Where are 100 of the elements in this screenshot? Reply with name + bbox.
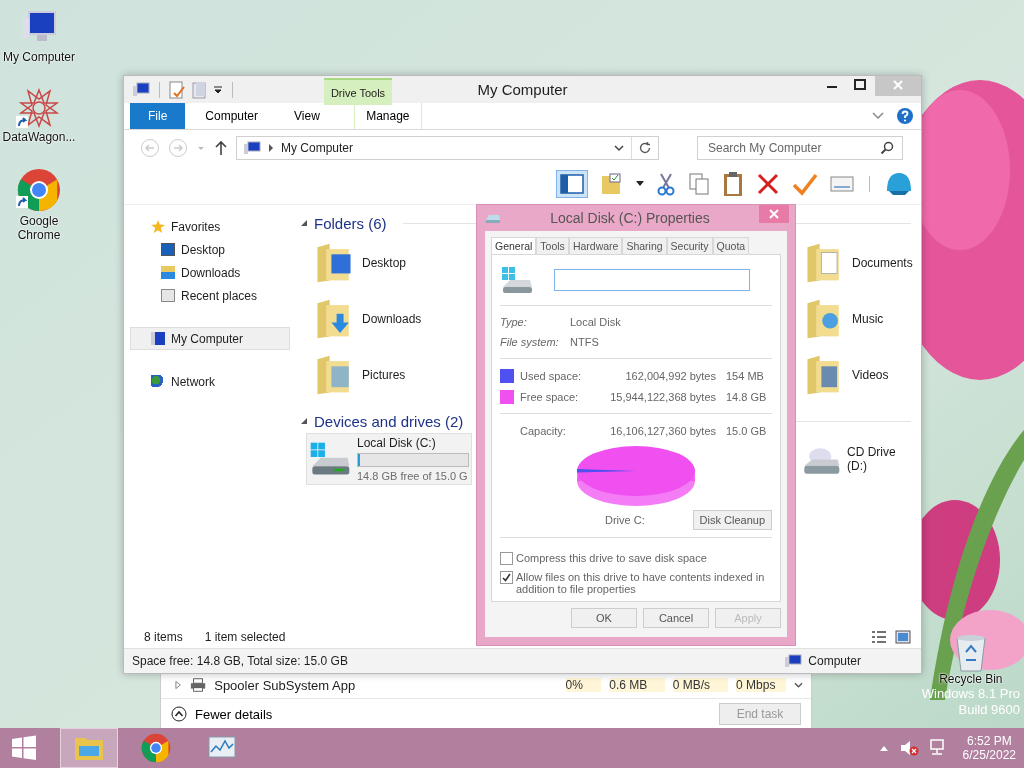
space-label: Free space: bbox=[520, 390, 580, 403]
nav-item[interactable]: Desktop bbox=[130, 238, 290, 261]
collapse-icon[interactable] bbox=[300, 219, 308, 227]
nav-item[interactable]: Favorites bbox=[130, 215, 290, 238]
folder-icon bbox=[314, 242, 354, 284]
cpu-value: 0% bbox=[565, 678, 602, 692]
computer-icon bbox=[151, 332, 165, 345]
close-icon[interactable] bbox=[759, 205, 789, 223]
up-arrow-icon[interactable] bbox=[214, 140, 228, 156]
checkmark-icon[interactable] bbox=[792, 172, 818, 196]
folder-item[interactable]: Music bbox=[804, 291, 919, 347]
nav-item[interactable]: Recent places bbox=[130, 284, 290, 307]
address-bar[interactable]: My Computer bbox=[236, 136, 659, 160]
properties-icon[interactable] bbox=[169, 80, 185, 99]
section-heading[interactable]: Devices and drives (2) bbox=[314, 412, 464, 430]
dialog-tab[interactable]: Sharing bbox=[622, 237, 667, 254]
drive-item[interactable]: Local Disk (C:) 14.8 GB free of 15.0 G bbox=[306, 433, 472, 485]
drive-item[interactable]: CD Drive (D:) bbox=[798, 433, 918, 485]
drive-icon bbox=[485, 212, 501, 224]
dialog-tab[interactable]: General bbox=[491, 237, 537, 254]
folder-item[interactable]: Pictures bbox=[314, 347, 474, 403]
checkbox[interactable] bbox=[500, 571, 513, 584]
checkbox-label: Allow files on this drive to have contents indexed in addition to file properties bbox=[516, 571, 766, 595]
fewer-details-button[interactable]: Fewer details bbox=[171, 706, 273, 722]
space-label: Used space: bbox=[520, 369, 583, 382]
ribbon-tab[interactable]: Manage bbox=[353, 103, 422, 129]
help-icon[interactable] bbox=[897, 108, 913, 124]
process-name[interactable]: Spooler SubSystem App bbox=[214, 677, 438, 693]
checkbox-label: Compress this drive to save disk space bbox=[516, 552, 707, 564]
property-value: Local Disk bbox=[570, 316, 621, 328]
ribbon-tab[interactable]: View bbox=[278, 103, 336, 129]
customize-caret-icon[interactable] bbox=[213, 84, 223, 95]
desktop-icon-label[interactable]: DataWagon... bbox=[1, 130, 77, 144]
nav-item[interactable]: Network bbox=[130, 370, 290, 393]
folder-options-icon[interactable] bbox=[600, 172, 624, 196]
contextual-tab-header: Drive Tools bbox=[324, 78, 392, 105]
preview-pane-icon[interactable] bbox=[556, 170, 588, 198]
nav-item[interactable]: Downloads bbox=[130, 261, 290, 284]
dialog-title: Local Disk (C:) Properties bbox=[549, 210, 711, 226]
disk-value: 0 MB/s bbox=[672, 678, 729, 692]
printer-icon bbox=[190, 677, 207, 693]
computer-icon[interactable] bbox=[132, 81, 150, 98]
space-label: Capacity: bbox=[520, 424, 567, 437]
collapse-up-icon[interactable] bbox=[171, 706, 187, 722]
search-icon[interactable] bbox=[880, 141, 894, 155]
clipboard-icon[interactable] bbox=[722, 171, 744, 197]
details-view-icon[interactable] bbox=[871, 630, 887, 644]
drive-free-space: 14.8 GB free of 15.0 G bbox=[357, 470, 469, 482]
dialog-tab[interactable]: Quota bbox=[712, 237, 750, 254]
computer-icon bbox=[784, 654, 803, 668]
section-heading[interactable]: Folders (6) bbox=[314, 214, 387, 232]
monitor-icon bbox=[161, 243, 175, 256]
details-location: Computer bbox=[808, 654, 861, 668]
space-size: 154 MB bbox=[726, 369, 765, 382]
dialog-tab[interactable]: Hardware bbox=[568, 237, 623, 254]
property-label: Type: bbox=[500, 316, 528, 328]
folder-item[interactable]: Downloads bbox=[314, 291, 474, 347]
folder-item[interactable]: Documents bbox=[804, 235, 919, 291]
desktop-icon-label[interactable]: Google Chrome bbox=[1, 214, 77, 242]
scissors-icon[interactable] bbox=[656, 172, 676, 196]
ribbon-tab[interactable]: Computer bbox=[189, 103, 275, 129]
space-bytes: 162,004,992 bytes bbox=[624, 369, 716, 382]
drive-label: Drive C: bbox=[605, 514, 645, 526]
delete-icon[interactable] bbox=[756, 172, 780, 196]
dialog-button[interactable]: Cancel bbox=[643, 608, 709, 628]
volume-icon[interactable] bbox=[898, 739, 919, 757]
drive-name-field[interactable] bbox=[554, 269, 750, 291]
checkbox[interactable] bbox=[500, 552, 513, 565]
search-field[interactable]: Search My Computer bbox=[697, 136, 903, 160]
nav-item[interactable]: My Computer bbox=[130, 327, 290, 350]
file-tab[interactable]: File bbox=[130, 103, 186, 129]
scroll-down-icon[interactable] bbox=[794, 681, 803, 689]
copy-icon[interactable] bbox=[688, 172, 710, 196]
card-icon[interactable] bbox=[830, 175, 854, 193]
start-icon[interactable] bbox=[10, 734, 38, 762]
folder-item[interactable]: Desktop bbox=[314, 235, 474, 291]
folder-item[interactable]: Videos bbox=[804, 347, 919, 403]
space-size: 15.0 GB bbox=[726, 424, 768, 437]
dialog-button[interactable]: OK bbox=[571, 608, 637, 628]
space-bytes: 15,944,122,368 bytes bbox=[609, 390, 716, 403]
chrome-icon[interactable] bbox=[141, 733, 171, 763]
hard-drive-icon bbox=[500, 265, 534, 295]
dialog-tab[interactable]: Tools bbox=[536, 237, 569, 254]
disk-cleanup-button[interactable]: Disk Cleanup bbox=[692, 510, 772, 530]
caret-icon[interactable] bbox=[636, 181, 644, 187]
star-icon[interactable] bbox=[19, 88, 59, 128]
large-icons-view-icon[interactable] bbox=[895, 630, 911, 644]
memory-value: 0.6 MB bbox=[609, 678, 665, 692]
dialog-tab[interactable]: Security bbox=[666, 237, 713, 254]
item-count: 8 items bbox=[144, 630, 183, 644]
show-hidden-icons-icon[interactable] bbox=[878, 744, 889, 752]
desktop-icon-label[interactable]: My Computer bbox=[1, 50, 77, 64]
details-text: Space free: 14.8 GB, Total size: 15.0 GB bbox=[132, 654, 348, 668]
property-label: File system: bbox=[500, 336, 560, 348]
chrome-icon[interactable] bbox=[17, 168, 61, 212]
collapse-icon[interactable] bbox=[300, 417, 308, 425]
property-value: NTFS bbox=[570, 336, 599, 348]
expand-arrow-icon[interactable] bbox=[175, 680, 183, 690]
build-text: Build 9600 bbox=[958, 702, 1020, 718]
expand-ribbon-icon[interactable] bbox=[871, 111, 885, 121]
